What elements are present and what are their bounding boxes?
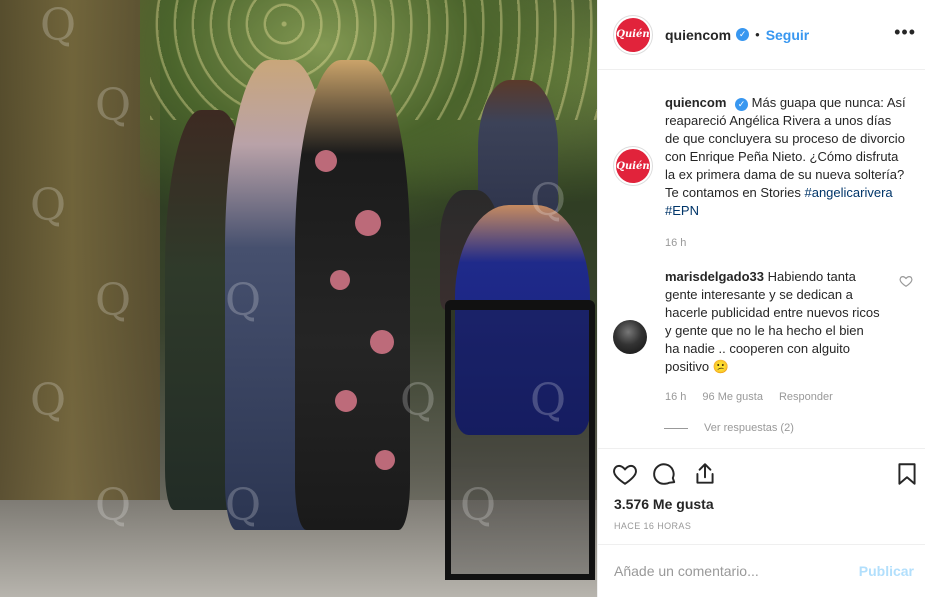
comment-text: Habiendo tanta gente interesante y se de… <box>665 269 880 374</box>
header-username[interactable]: quiencom <box>665 27 731 43</box>
replies-divider <box>664 427 688 429</box>
verified-badge-icon: ✓ <box>736 28 750 41</box>
watermark: Q <box>95 80 132 131</box>
commenter-avatar[interactable] <box>613 320 647 354</box>
comment-time[interactable]: 16 h <box>665 388 686 406</box>
watermark: Q <box>40 0 77 51</box>
watermark: Q <box>225 480 262 531</box>
reply-button[interactable]: Responder <box>779 388 833 406</box>
verified-badge-icon: ✓ <box>735 97 749 111</box>
comment-emoji: 😕 <box>712 359 729 374</box>
caption-body: quiencom ✓ Más guapa que nunca: Así reap… <box>665 94 908 252</box>
comment-input[interactable] <box>614 563 859 579</box>
more-options-icon[interactable]: ••• <box>894 22 916 43</box>
comment-icon[interactable] <box>652 461 678 487</box>
brand-logo: Quién <box>616 17 650 52</box>
heart-icon[interactable] <box>612 461 638 487</box>
dress-flower <box>370 330 394 354</box>
caption-username[interactable]: quiencom <box>665 95 726 110</box>
avatar[interactable]: Quién <box>613 14 653 55</box>
publish-button[interactable]: Publicar <box>859 563 914 579</box>
comment-likes[interactable]: 96 Me gusta <box>702 388 763 406</box>
dress-flower <box>330 270 350 290</box>
follow-button[interactable]: Seguir <box>766 27 810 43</box>
comment-meta: 16 h 96 Me gusta Responder <box>665 388 880 406</box>
watermark: Q <box>30 180 67 231</box>
post-caption: Quién quiencom ✓ Más guapa que nunca: As… <box>613 94 913 252</box>
caption-avatar[interactable]: Quién <box>613 146 653 186</box>
instagram-post-view: Q Q Q Q Q Q Q Q Q Q Q Q Quién quiencom ✓… <box>0 0 925 597</box>
hashtag-link[interactable]: #EPN <box>665 203 699 218</box>
watermark: Q <box>400 375 437 426</box>
comment-body: marisdelgado33 Habiendo tanta gente inte… <box>665 268 880 406</box>
separator-dot: • <box>755 27 760 42</box>
post-photo[interactable]: Q Q Q Q Q Q Q Q Q Q Q Q <box>0 0 597 597</box>
watermark: Q <box>530 175 567 226</box>
view-replies-label: Ver respuestas (2) <box>704 422 794 434</box>
post-header: Quién quiencom ✓ • Seguir ••• <box>598 0 925 70</box>
caption-time[interactable]: 16 h <box>665 234 908 252</box>
brand-logo: Quién <box>616 149 650 183</box>
post-timestamp[interactable]: HACE 16 HORAS <box>614 521 691 531</box>
watermark: Q <box>530 375 567 426</box>
dress-flower <box>335 390 357 412</box>
post-actions: 3.576 Me gusta HACE 16 HORAS <box>598 448 925 544</box>
post-side-panel: Quién quiencom ✓ • Seguir ••• Quién quie… <box>597 0 925 597</box>
add-comment-bar: Publicar <box>598 544 925 597</box>
likes-count[interactable]: 3.576 Me gusta <box>614 496 714 512</box>
watermark: Q <box>95 480 132 531</box>
dress-flower <box>355 210 381 236</box>
photo-chair <box>445 300 595 580</box>
like-comment-heart-icon[interactable] <box>899 274 913 288</box>
watermark: Q <box>460 480 497 531</box>
photo-tree <box>0 0 160 560</box>
dress-flower <box>315 150 337 172</box>
hashtag-link[interactable]: #angelicarivera <box>804 185 892 200</box>
dress-flower <box>375 450 395 470</box>
watermark: Q <box>30 375 67 426</box>
comment-username[interactable]: marisdelgado33 <box>665 269 764 284</box>
watermark: Q <box>95 275 132 326</box>
view-replies-button[interactable]: Ver respuestas (2) <box>664 422 794 434</box>
bookmark-icon[interactable] <box>894 461 920 487</box>
share-icon[interactable] <box>692 461 718 487</box>
watermark: Q <box>225 275 262 326</box>
comment-item: marisdelgado33 Habiendo tanta gente inte… <box>613 268 913 406</box>
